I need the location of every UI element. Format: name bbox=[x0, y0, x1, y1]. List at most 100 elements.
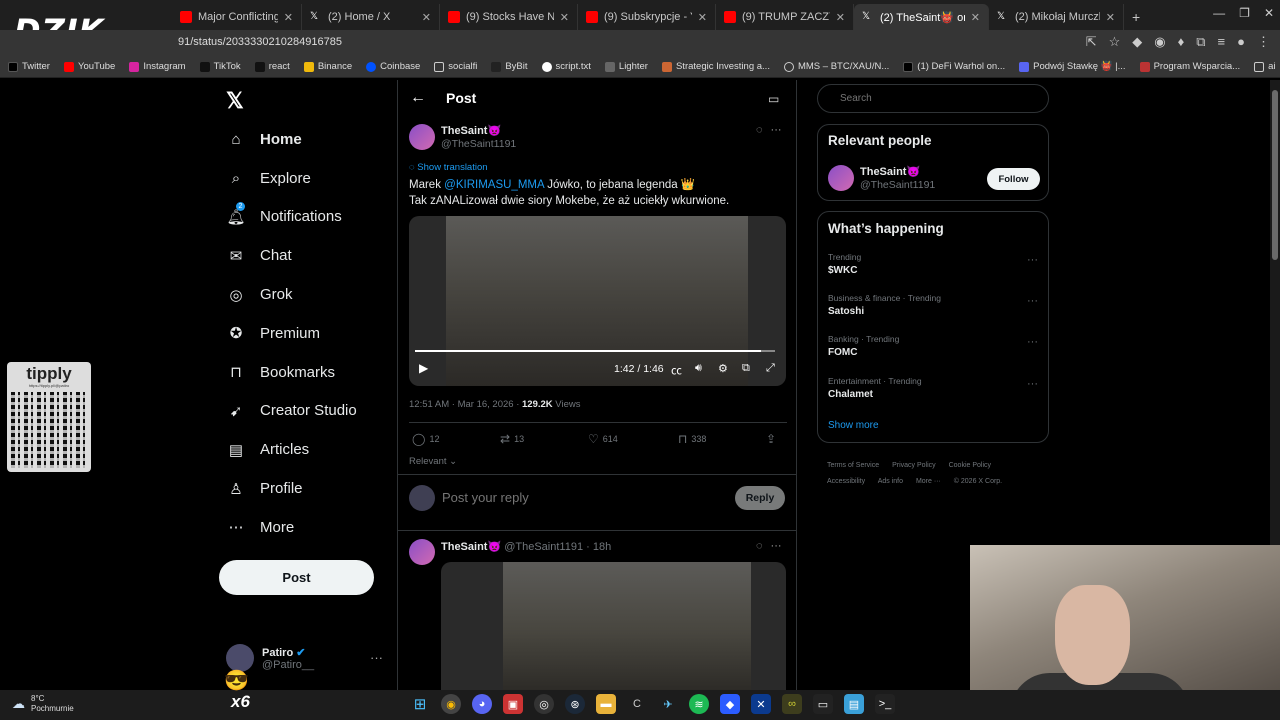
trend-item[interactable]: Entertainment · Trending Chalamet ··· bbox=[828, 376, 1038, 410]
folder-icon[interactable]: ▬ bbox=[596, 694, 616, 714]
bookmark[interactable]: Instagram bbox=[129, 61, 186, 72]
footer-link[interactable]: Accessibility bbox=[827, 478, 865, 485]
reply-action[interactable]: ◯ 12 bbox=[412, 432, 439, 446]
avatar[interactable] bbox=[828, 165, 854, 191]
browser-tab[interactable]: 𝕏 (2) Home / X ✕ bbox=[302, 4, 440, 30]
profile-avatar-icon[interactable]: ● bbox=[1237, 34, 1245, 50]
windows-start-icon[interactable]: ⊞ bbox=[410, 694, 430, 714]
more-icon[interactable]: ··· bbox=[1027, 378, 1038, 390]
sidebar-item-premium[interactable]: ✪ Premium bbox=[226, 314, 396, 353]
terminal-icon[interactable]: ▭ bbox=[813, 694, 833, 714]
post-button[interactable]: Post bbox=[219, 560, 374, 595]
scrollbar-thumb[interactable] bbox=[1272, 90, 1278, 260]
trend-item[interactable]: Trending $WKC ··· bbox=[828, 252, 1038, 286]
star-icon[interactable]: ☆ bbox=[1109, 34, 1121, 50]
more-icon[interactable]: ··· bbox=[1027, 295, 1038, 307]
sidebar-item-creator-studio[interactable]: ➹ Creator Studio bbox=[226, 392, 396, 431]
video-player[interactable]: ▶ 1:42 / 1:46 ㏄ 🔊︎ ⚙ ⧉ ⤢ bbox=[409, 216, 786, 386]
avatar[interactable] bbox=[409, 124, 435, 150]
reply-input[interactable] bbox=[442, 490, 712, 505]
video-player[interactable] bbox=[441, 562, 786, 690]
close-icon[interactable]: ✕ bbox=[1106, 11, 1115, 24]
bookmark-folder[interactable]: ai bbox=[1254, 61, 1276, 72]
like-action[interactable]: ♡ 614 bbox=[588, 432, 618, 446]
bookmark[interactable]: TikTok bbox=[199, 61, 241, 72]
close-window-icon[interactable]: ✕ bbox=[1264, 6, 1274, 20]
discord-icon[interactable]: ◕ bbox=[472, 694, 492, 714]
browser-tab-active[interactable]: 𝕏(2) TheSaint👹 on X: "Ma✕ bbox=[854, 4, 989, 30]
mention-link[interactable]: @KIRIMASU_MMA bbox=[444, 179, 544, 191]
sidebar-item-more[interactable]: ⋯ More bbox=[226, 508, 396, 547]
search-input[interactable] bbox=[817, 84, 1049, 113]
pip-icon[interactable]: ⧉ bbox=[742, 362, 750, 375]
extension-icon[interactable]: ◉ bbox=[1154, 34, 1165, 50]
weather-widget[interactable]: ☁ 8°C Pochmurnie bbox=[12, 694, 74, 714]
tweet-author-name[interactable]: TheSaint👿 bbox=[441, 124, 501, 137]
bookmark[interactable]: script.txt bbox=[541, 61, 591, 72]
browser-tab[interactable]: (9) Subskrypcje - YouTube✕ bbox=[578, 4, 716, 30]
sidebar-item-chat[interactable]: ✉ Chat bbox=[226, 236, 396, 275]
browser-tab[interactable]: (9) TRUMP ZACZYNA PAN✕ bbox=[716, 4, 854, 30]
minimize-icon[interactable]: — bbox=[1213, 6, 1225, 20]
more-icon[interactable]: ··· bbox=[370, 650, 383, 665]
x-logo-icon[interactable]: 𝕏 bbox=[226, 88, 244, 114]
person-name[interactable]: TheSaint👿 bbox=[860, 165, 920, 178]
app-icon[interactable]: ✈ bbox=[658, 694, 678, 714]
sidebar-item-articles[interactable]: ▤ Articles bbox=[226, 430, 396, 469]
back-arrow-icon[interactable]: ← bbox=[410, 89, 426, 107]
puzzle-icon[interactable]: ⧉ bbox=[1196, 34, 1205, 50]
install-icon[interactable]: ⇱ bbox=[1086, 34, 1097, 50]
browser-tab[interactable]: 𝕏(2) Mikołaj Murczkiewicz✕ bbox=[989, 4, 1124, 30]
close-icon[interactable]: ✕ bbox=[698, 11, 707, 24]
app-icon[interactable]: ✕ bbox=[751, 694, 771, 714]
bookmark[interactable]: Podwój Stawkę 👹 |... bbox=[1019, 61, 1126, 72]
more-icon[interactable]: ··· bbox=[1027, 254, 1038, 266]
captions-icon[interactable]: ㏄ bbox=[671, 362, 682, 378]
app-icon[interactable]: ∞ bbox=[782, 694, 802, 714]
bookmark[interactable]: Lighter bbox=[604, 61, 648, 72]
bookmark[interactable]: (1) DeFi Warhol on... bbox=[903, 61, 1005, 72]
fullscreen-icon[interactable]: ⤢ bbox=[766, 362, 775, 375]
volume-icon[interactable]: 🔊︎ bbox=[695, 362, 702, 375]
more-icon[interactable]: ··· bbox=[1027, 336, 1038, 348]
close-icon[interactable]: ✕ bbox=[836, 11, 845, 24]
app-icon[interactable]: ◆ bbox=[720, 694, 740, 714]
bookmark[interactable]: Program Wsparcia... bbox=[1139, 61, 1240, 72]
grok-icon[interactable]: ◌ bbox=[756, 124, 763, 136]
url-field[interactable]: 91/status/2033330210284916785 bbox=[178, 36, 342, 48]
play-icon[interactable]: ▶ bbox=[419, 361, 428, 375]
close-icon[interactable]: ✕ bbox=[422, 11, 431, 24]
close-icon[interactable]: ✕ bbox=[284, 11, 293, 24]
footer-link[interactable]: Privacy Policy bbox=[892, 462, 936, 469]
sidebar-item-home[interactable]: ⌂ Home bbox=[226, 120, 396, 159]
sidebar-item-explore[interactable]: ⌕ Explore bbox=[226, 159, 396, 198]
trend-item[interactable]: Banking · Trending FOMC ··· bbox=[828, 334, 1038, 368]
steam-icon[interactable]: ⊛ bbox=[565, 694, 585, 714]
follow-button[interactable]: Follow bbox=[987, 168, 1040, 190]
bookmark[interactable]: YouTube bbox=[63, 61, 115, 72]
trend-item[interactable]: Business & finance · Trending Satoshi ··· bbox=[828, 293, 1038, 327]
footer-link[interactable]: Terms of Service bbox=[827, 462, 879, 469]
bookmark[interactable]: Binance bbox=[303, 61, 352, 72]
reading-list-icon[interactable]: ≡ bbox=[1218, 34, 1226, 50]
bookmark[interactable]: MMS – BTC/XAU/N... bbox=[783, 61, 889, 72]
reader-view-icon[interactable]: ▭ bbox=[768, 92, 779, 106]
show-translation-link[interactable]: ◌ Show translation bbox=[409, 162, 488, 173]
extension-icon[interactable]: ♦ bbox=[1178, 34, 1185, 50]
footer-link[interactable]: Cookie Policy bbox=[949, 462, 991, 469]
repost-action[interactable]: ⇄ 13 bbox=[500, 432, 524, 446]
close-icon[interactable]: ✕ bbox=[560, 11, 569, 24]
bookmark[interactable]: ByBit bbox=[491, 61, 528, 72]
show-more-link[interactable]: Show more bbox=[828, 420, 879, 431]
maximize-icon[interactable]: ❐ bbox=[1239, 6, 1250, 20]
reply-button[interactable]: Reply bbox=[735, 486, 785, 510]
chrome-icon[interactable]: ◉ bbox=[441, 694, 461, 714]
tweet-author-handle[interactable]: @TheSaint1191 bbox=[441, 138, 516, 150]
menu-icon[interactable]: ⋮ bbox=[1257, 34, 1270, 50]
obs-icon[interactable]: ◎ bbox=[534, 694, 554, 714]
notepad-icon[interactable]: ▤ bbox=[844, 694, 864, 714]
browser-tab[interactable]: (9) Stocks Have Now Drop✕ bbox=[440, 4, 578, 30]
bookmark[interactable]: Strategic Investing a... bbox=[661, 61, 770, 72]
app-icon[interactable]: ▣ bbox=[503, 694, 523, 714]
footer-link[interactable]: More ··· bbox=[916, 478, 941, 485]
